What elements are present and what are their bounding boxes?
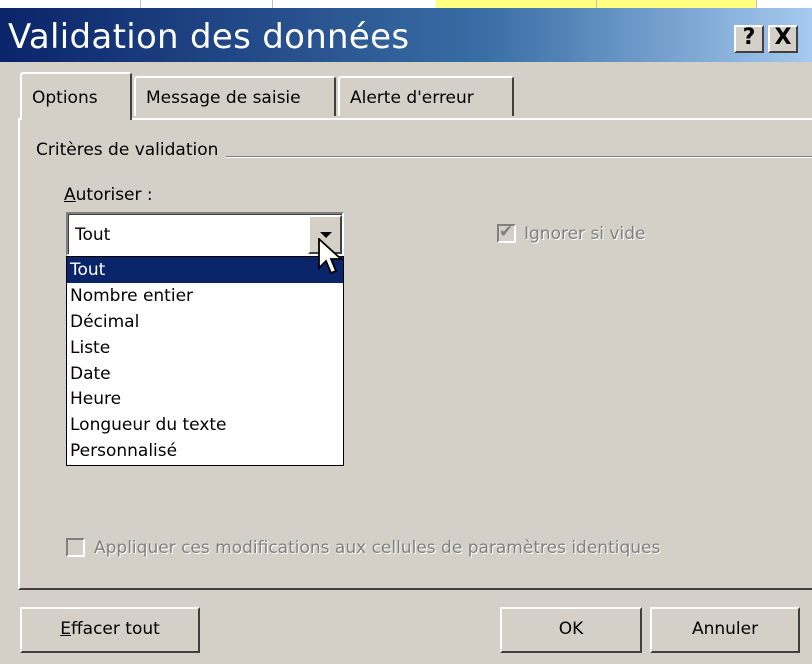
- list-item-longueur-du-texte[interactable]: Longueur du texte: [67, 412, 343, 438]
- checkmark-icon: ✔: [499, 222, 514, 242]
- cell-gridline: [272, 0, 273, 8]
- tab-error-alert[interactable]: Alerte d'erreur: [338, 76, 514, 116]
- dialog-title: Validation des données: [8, 17, 410, 57]
- list-item-liste[interactable]: Liste: [67, 335, 343, 361]
- clear-all-access-key: E: [60, 619, 71, 639]
- allow-label-access-key: A: [64, 185, 76, 205]
- allow-options-list[interactable]: Tout Nombre entier Décimal Liste Date He…: [66, 256, 344, 466]
- help-button[interactable]: ?: [734, 25, 764, 53]
- allow-label-text: utoriser :: [75, 185, 153, 205]
- dialog-titlebar[interactable]: Validation des données ? X: [0, 8, 812, 62]
- criteria-group-label: Critères de validation: [36, 140, 227, 160]
- list-item-personnalise[interactable]: Personnalisé: [67, 438, 343, 464]
- cell-gridline: [596, 0, 597, 8]
- cancel-button[interactable]: Annuler: [650, 607, 800, 653]
- tab-input-message[interactable]: Message de saisie: [134, 76, 336, 116]
- apply-all-checkbox[interactable]: [66, 538, 85, 557]
- list-item-date[interactable]: Date: [67, 361, 343, 387]
- ok-button[interactable]: OK: [500, 607, 642, 653]
- list-item-decimal[interactable]: Décimal: [67, 309, 343, 335]
- mouse-cursor-icon: [318, 238, 344, 275]
- list-item-tout[interactable]: Tout: [67, 257, 343, 283]
- cell-gridline: [140, 0, 141, 8]
- cell-gridline: [756, 0, 757, 8]
- clear-all-button[interactable]: Effacer tout: [20, 607, 200, 653]
- list-item-nombre-entier[interactable]: Nombre entier: [67, 283, 343, 309]
- clear-all-label: ffacer tout: [70, 619, 160, 639]
- ignore-blank-label: Ignorer si vide: [524, 224, 646, 244]
- ignore-blank-checkbox[interactable]: ✔: [497, 222, 516, 243]
- list-item-heure[interactable]: Heure: [67, 386, 343, 412]
- allow-combobox-value: Tout: [75, 225, 111, 245]
- close-button[interactable]: X: [768, 25, 798, 53]
- allow-combobox[interactable]: Tout: [66, 212, 344, 256]
- combobox-field: Tout: [68, 214, 342, 254]
- apply-all-label: Appliquer ces modifications aux cellules…: [94, 538, 661, 558]
- spreadsheet-background-strip: [0, 0, 812, 8]
- tab-options[interactable]: Options: [20, 72, 132, 120]
- allow-label: Autoriser :: [64, 185, 153, 205]
